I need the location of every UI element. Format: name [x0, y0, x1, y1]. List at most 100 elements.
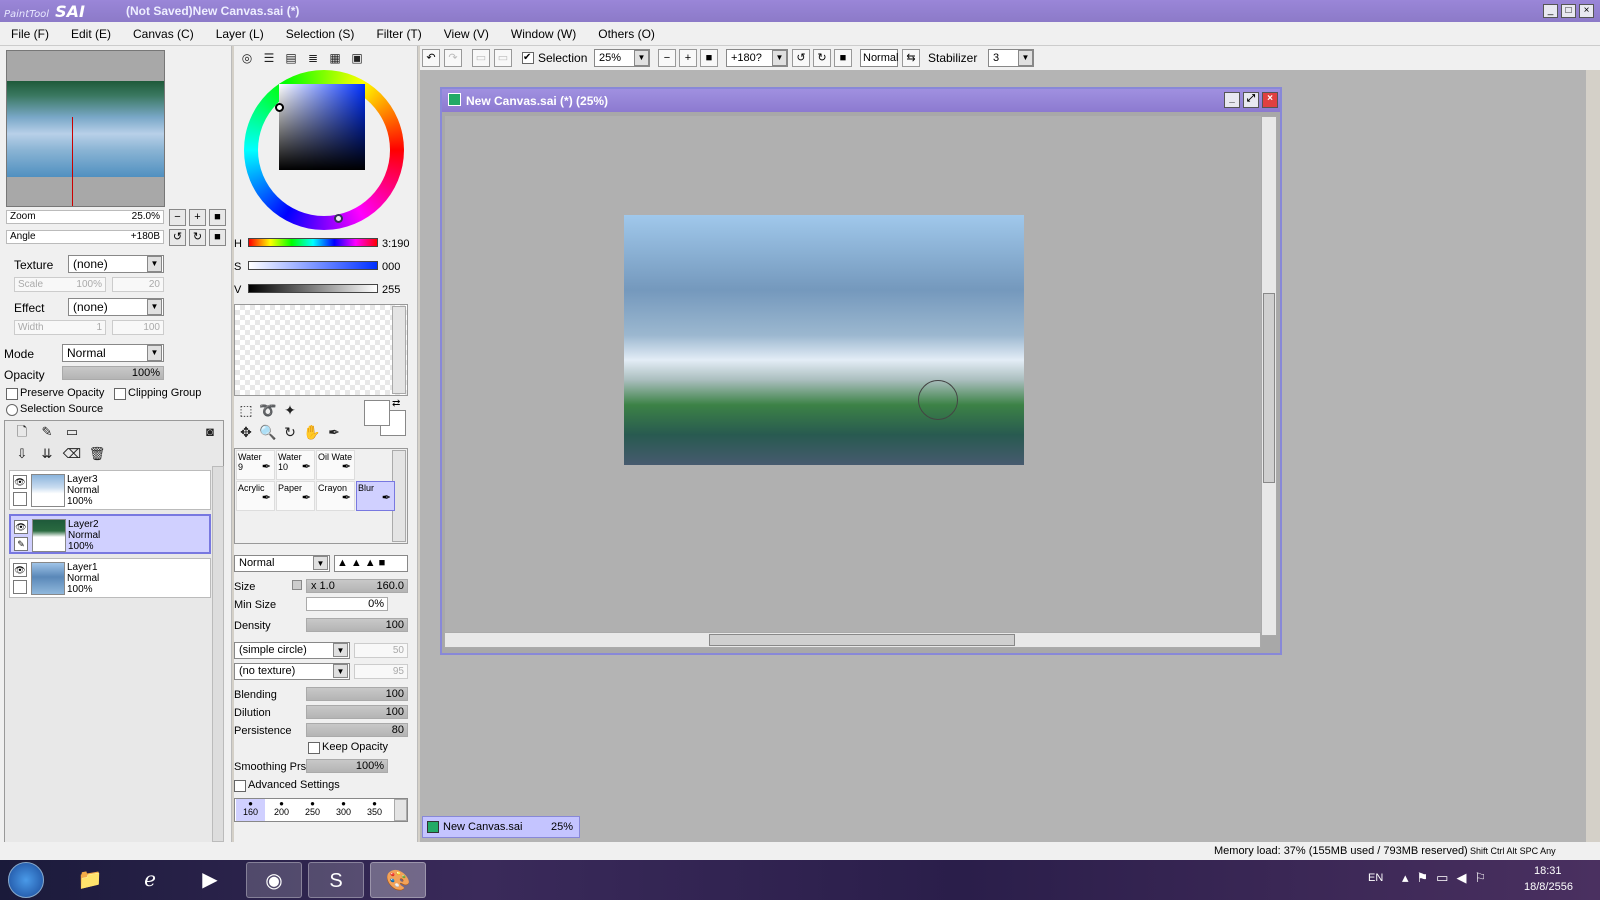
brush-slot-blur[interactable]: Blur ✒: [356, 481, 395, 511]
chrome-taskbar-icon[interactable]: ◉: [246, 862, 302, 898]
rotate-tool-icon[interactable]: ↻: [280, 422, 300, 442]
nav-zoom-out-button[interactable]: −: [169, 209, 186, 226]
brush-slot-crayon[interactable]: Crayon ✒: [316, 481, 355, 511]
move-icon[interactable]: ✥: [236, 422, 256, 442]
menu-others[interactable]: Others (O): [587, 22, 666, 46]
opacity-slider[interactable]: 100%: [62, 366, 164, 380]
lock-slot[interactable]: [13, 492, 27, 506]
layer-list-scrollbar[interactable]: [212, 466, 224, 842]
hand-tool-icon[interactable]: ✋: [302, 422, 322, 442]
blend-mode-select[interactable]: Normal ▼: [62, 344, 164, 362]
ie-taskbar-icon[interactable]: ℯ: [122, 862, 178, 898]
new-linework-layer-icon[interactable]: ✎: [37, 422, 57, 442]
smoothing-slider[interactable]: 100%: [306, 759, 388, 773]
undo-button[interactable]: ↶: [422, 49, 440, 67]
hue-slider[interactable]: [248, 238, 378, 247]
media-player-taskbar-icon[interactable]: ▶: [182, 862, 238, 898]
doc-close-button[interactable]: ×: [1262, 92, 1278, 108]
blending-slider[interactable]: 100: [306, 687, 408, 701]
stabilizer-select[interactable]: 3 ▼: [988, 49, 1034, 67]
size-preset[interactable]: ● 200: [267, 799, 296, 821]
tray-icons[interactable]: ▴⚑▭◀⚐: [1402, 870, 1494, 886]
rotate-cw-button[interactable]: ↻: [813, 49, 831, 67]
zoom-in-button[interactable]: +: [679, 49, 697, 67]
advanced-settings-checkbox[interactable]: [234, 780, 246, 792]
sv-picker-handle[interactable]: [275, 103, 284, 112]
foreground-color-swatch[interactable]: [364, 400, 390, 426]
eye-icon[interactable]: 👁: [13, 475, 27, 489]
persistence-slider[interactable]: 80: [306, 723, 408, 737]
start-button[interactable]: [8, 862, 44, 898]
canvas-horizontal-scrollbar[interactable]: [444, 632, 1261, 648]
deselect-button[interactable]: ▭: [472, 49, 490, 67]
hue-ring-handle[interactable]: [334, 214, 343, 223]
redo-button[interactable]: ↷: [444, 49, 462, 67]
nav-rotate-ccw-button[interactable]: ↺: [169, 229, 186, 246]
brush-slot-paper[interactable]: Paper ✒: [276, 481, 315, 511]
effect-select[interactable]: (none) ▼: [68, 298, 164, 316]
menu-selection[interactable]: Selection (S): [275, 22, 366, 46]
scratchpad-scrollbar[interactable]: [392, 306, 406, 394]
density-slider[interactable]: 100: [306, 618, 408, 632]
menu-file[interactable]: File (F): [0, 22, 60, 46]
scratchpad[interactable]: [234, 304, 408, 396]
explorer-taskbar-icon[interactable]: 📁: [62, 862, 118, 898]
new-layer-icon[interactable]: 🗋: [12, 422, 32, 442]
angle-select[interactable]: +180? ▼: [726, 49, 788, 67]
rgb-slider-tab-icon[interactable]: ☰: [260, 49, 278, 67]
clock-time[interactable]: 18:31: [1534, 865, 1562, 877]
saturation-slider[interactable]: [248, 261, 378, 270]
size-preset[interactable]: ● 160: [236, 799, 265, 821]
delete-layer-icon[interactable]: 🗑: [87, 444, 107, 464]
layer-row[interactable]: 👁 Layer1 Normal 100%: [9, 558, 211, 598]
brush-slot-water-9[interactable]: Water 9 ✒: [236, 450, 275, 480]
scratchpad-tab-icon[interactable]: ▣: [348, 49, 366, 67]
rotate-ccw-button[interactable]: ↺: [792, 49, 810, 67]
canvas-painting[interactable]: [624, 215, 1024, 465]
doc-minimize-button[interactable]: _: [1224, 92, 1240, 108]
size-presets-scrollbar[interactable]: [394, 799, 407, 821]
lock-slot[interactable]: [13, 580, 27, 594]
color-bar-tab-icon[interactable]: ≣: [304, 49, 322, 67]
selection-source-radio[interactable]: [6, 404, 18, 416]
eye-icon[interactable]: 👁: [13, 563, 27, 577]
swatches-tab-icon[interactable]: ▦: [326, 49, 344, 67]
brush-shape-buttons[interactable]: ▲▲▲■: [334, 555, 408, 572]
skype-taskbar-icon[interactable]: S: [308, 862, 364, 898]
canvas-vertical-scrollbar[interactable]: [1261, 116, 1277, 636]
angle-slider[interactable]: Angle +180B: [6, 230, 164, 244]
invert-selection-button[interactable]: ▭: [494, 49, 512, 67]
menu-view[interactable]: View (V): [433, 22, 500, 46]
brush-blend-select[interactable]: Normal ▼: [234, 555, 330, 572]
min-size-slider[interactable]: 0%: [306, 597, 388, 611]
language-indicator[interactable]: EN: [1368, 872, 1383, 884]
eye-icon[interactable]: 👁: [14, 520, 28, 534]
zoom-tool-icon[interactable]: 🔍: [258, 422, 278, 442]
menu-window[interactable]: Window (W): [500, 22, 587, 46]
zoom-slider[interactable]: Zoom 25.0%: [6, 210, 164, 224]
hsv-slider-tab-icon[interactable]: ▤: [282, 49, 300, 67]
size-preset[interactable]: ● 350: [360, 799, 389, 821]
vscroll-thumb[interactable]: [1263, 293, 1275, 483]
transfer-down-icon[interactable]: ⇩: [12, 444, 32, 464]
magic-wand-icon[interactable]: ✦: [280, 400, 300, 420]
texture-select[interactable]: (none) ▼: [68, 255, 164, 273]
brush-shape-select[interactable]: (simple circle) ▼: [234, 642, 350, 659]
close-button[interactable]: ×: [1579, 4, 1594, 18]
value-slider[interactable]: [248, 284, 378, 293]
merge-down-icon[interactable]: ⇊: [37, 444, 57, 464]
zoom-reset-button[interactable]: ■: [700, 49, 718, 67]
hscroll-thumb[interactable]: [709, 634, 1015, 646]
size-toggle[interactable]: [292, 580, 302, 590]
nav-zoom-reset-button[interactable]: ■: [209, 209, 226, 226]
brush-slot-oil-wate[interactable]: Oil Wate ✒: [316, 450, 355, 480]
maximize-button[interactable]: □: [1561, 4, 1576, 18]
nav-zoom-in-button[interactable]: +: [189, 209, 206, 226]
layer-mask-icon[interactable]: ◙: [200, 422, 220, 442]
brush-slot-water-10[interactable]: Water 10 ✒: [276, 450, 315, 480]
rect-select-icon[interactable]: ⬚: [236, 400, 256, 420]
swap-colors-icon[interactable]: ⇄: [392, 398, 400, 409]
keep-opacity-checkbox[interactable]: [308, 742, 320, 754]
size-preset[interactable]: ● 300: [329, 799, 358, 821]
flip-horizontal-button[interactable]: ⇆: [902, 49, 920, 67]
